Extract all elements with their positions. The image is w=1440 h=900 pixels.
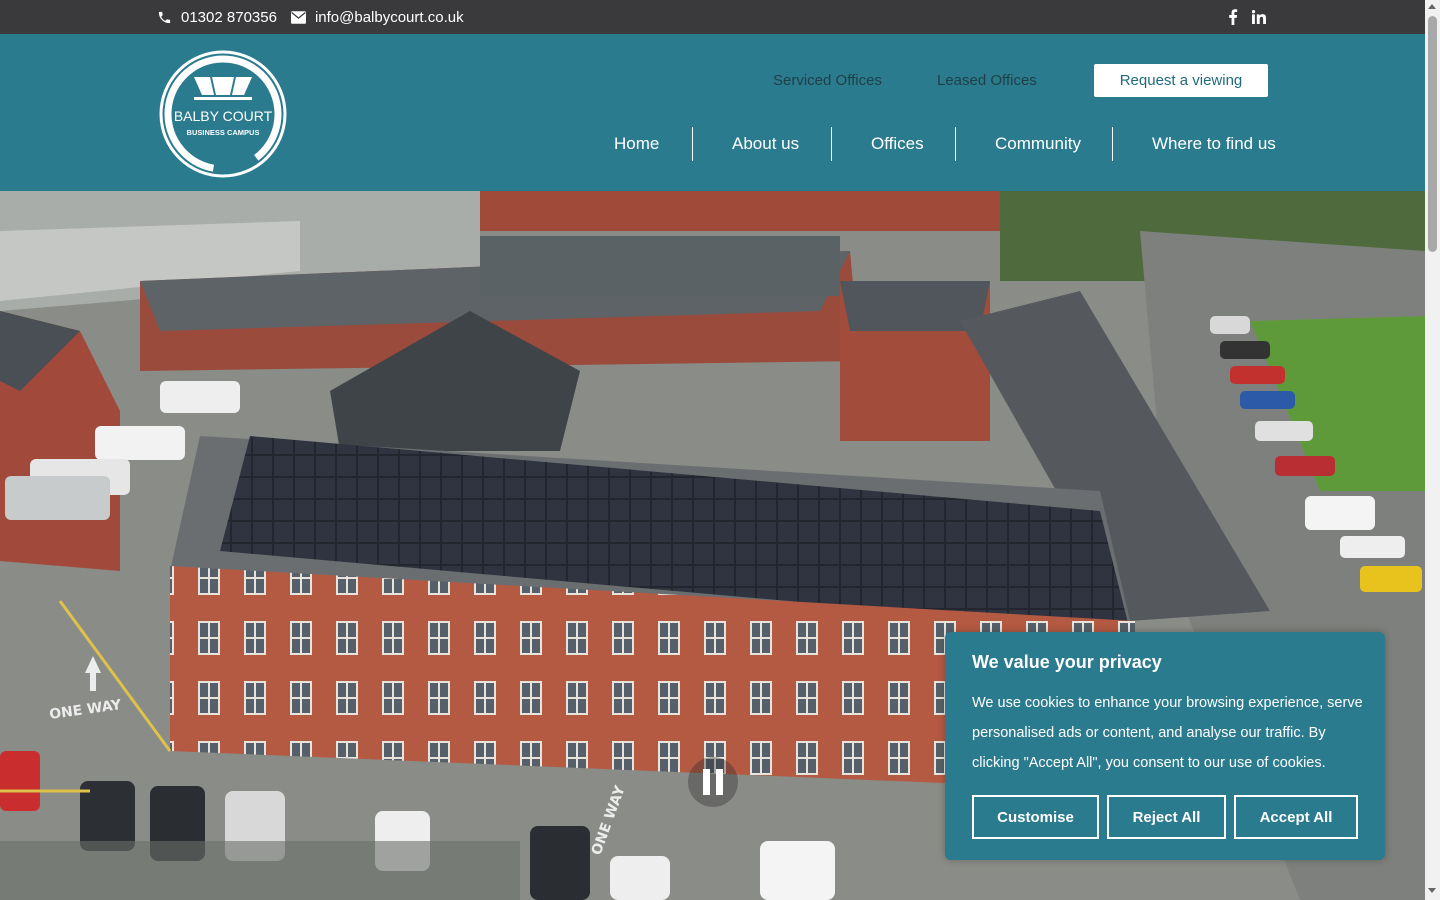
main-navigation: Home About us Offices Community Where to… (0, 127, 1425, 161)
customise-button[interactable]: Customise (972, 795, 1099, 839)
nav-serviced-offices[interactable]: Serviced Offices (773, 64, 882, 97)
cookie-title: We value your privacy (972, 652, 1162, 672)
linkedin-icon[interactable] (1252, 10, 1266, 24)
pause-icon-bar (716, 769, 723, 795)
email-link[interactable]: info@balbycourt.co.uk (290, 8, 464, 26)
logo-line1: BALBY COURT (174, 108, 273, 124)
site-header: BALBY COURT BUSINESS CAMPUS Serviced Off… (0, 34, 1425, 191)
nav-divider (1112, 127, 1113, 161)
cookie-consent-banner: We value your privacy We use cookies to … (945, 632, 1385, 860)
nav-divider (692, 127, 693, 161)
nav-divider (831, 127, 832, 161)
facebook-icon[interactable] (1228, 9, 1238, 25)
phone-link[interactable]: 01302 870356 (157, 9, 277, 26)
scroll-up-arrow-icon[interactable] (1428, 4, 1436, 9)
scroll-down-arrow-icon[interactable] (1428, 888, 1436, 893)
pause-icon (703, 769, 710, 795)
nav-leased-offices[interactable]: Leased Offices (937, 64, 1037, 97)
contact-info: 01302 870356 info@balbycourt.co.uk (157, 0, 464, 34)
reject-all-button[interactable]: Reject All (1107, 795, 1226, 839)
nav-home[interactable]: Home (614, 127, 659, 161)
nav-where-to-find-us[interactable]: Where to find us (1152, 127, 1276, 161)
video-pause-button[interactable] (688, 757, 738, 807)
phone-number: 01302 870356 (181, 8, 277, 26)
nav-community[interactable]: Community (995, 127, 1081, 161)
scrollbar-thumb[interactable] (1428, 16, 1437, 252)
social-links (1228, 0, 1266, 34)
email-address: info@balbycourt.co.uk (314, 8, 464, 26)
accept-all-button[interactable]: Accept All (1234, 795, 1358, 839)
top-contact-bar: 01302 870356 info@balbycourt.co.uk (0, 0, 1425, 34)
request-viewing-button[interactable]: Request a viewing (1094, 64, 1268, 97)
logo-emblem-icon (194, 77, 252, 100)
cookie-message: We use cookies to enhance your browsing … (972, 695, 1363, 771)
nav-offices[interactable]: Offices (871, 127, 924, 161)
phone-icon (158, 11, 171, 23)
page-scrollbar[interactable] (1425, 0, 1440, 900)
nav-about-us[interactable]: About us (732, 127, 799, 161)
nav-divider (955, 127, 956, 161)
envelope-icon (290, 10, 306, 24)
